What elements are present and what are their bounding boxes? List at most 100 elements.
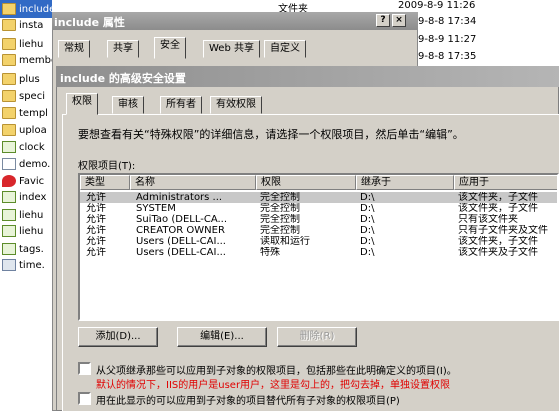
tab-security[interactable]: 安全: [154, 37, 186, 59]
file-date: 9-8-8 17:34: [418, 16, 477, 27]
column-name[interactable]: 名称: [130, 175, 256, 190]
cell-inherited-from: D:\: [360, 203, 375, 214]
permission-entries-label: 权限项目(T):: [78, 161, 136, 172]
file-item[interactable]: templ: [0, 104, 52, 122]
cell-permission: 读取和运行: [260, 236, 310, 247]
cell-permission: 完全控制: [260, 192, 300, 203]
tab-web-sharing[interactable]: Web 共享: [203, 40, 260, 58]
permission-entry-row[interactable]: 允许 SYSTEM 完全控制 D:\ 该文件夹，子文件: [80, 203, 557, 214]
cell-applies-to: 该文件夹，子文件: [458, 203, 538, 214]
favicon-icon: [2, 175, 16, 187]
file-name: time.: [19, 259, 45, 271]
cell-permission: 完全控制: [260, 225, 300, 236]
file-item[interactable]: insta: [0, 16, 52, 34]
file-name: uploa: [19, 124, 47, 136]
file-item[interactable]: membe: [0, 51, 52, 69]
cell-name: SYSTEM: [136, 203, 176, 214]
tab-effective-permissions[interactable]: 有效权限: [210, 96, 262, 114]
permission-entry-row[interactable]: 允许 Users (DELL-CAI... 特殊 D:\ 该文件夹及子文件: [80, 247, 557, 258]
column-permission[interactable]: 权限: [256, 175, 356, 190]
file-name: plus: [19, 73, 40, 85]
cell-type: 允许: [86, 214, 106, 225]
file-name: insta: [19, 19, 44, 31]
php-file-icon: [2, 141, 16, 153]
cell-inherited-from: D:\: [360, 192, 375, 203]
permission-entry-row[interactable]: 允许 SuiTao (DELL-CA... 完全控制 D:\ 只有该文件夹: [80, 214, 557, 225]
inherit-permissions-checkbox[interactable]: [78, 362, 91, 375]
file-name: include: [19, 3, 52, 15]
permissions-description: 要想查看有关“特殊权限”的详细信息，请选择一个权限项目，然后单击“编辑”。: [78, 128, 464, 141]
image-file-icon: [2, 259, 16, 271]
file-name: membe: [19, 54, 52, 66]
permission-entry-row[interactable]: 允许 Users (DELL-CAI... 读取和运行 D:\ 该文件夹，子文件: [80, 236, 557, 247]
cell-type: 允许: [86, 225, 106, 236]
folder-icon: [2, 38, 16, 50]
cell-type: 允许: [86, 236, 106, 247]
file-name: Favic: [19, 175, 45, 187]
file-item[interactable]: plus: [0, 70, 52, 88]
permission-entry-row[interactable]: 允许 CREATOR OWNER 完全控制 D:\ 只有子文件夹及文件: [80, 225, 557, 236]
properties-title: include 属性: [54, 16, 125, 29]
php-file-icon: [2, 191, 16, 203]
php-file-icon: [2, 225, 16, 237]
cell-name: SuiTao (DELL-CA...: [136, 214, 228, 225]
file-item[interactable]: demo.: [0, 155, 52, 173]
permission-entries-list[interactable]: 类型 名称 权限 继承于 应用于 允许 Administrators ... 完全控…: [78, 173, 559, 321]
folder-icon: [2, 3, 16, 15]
file-name: tags.: [19, 243, 44, 255]
permission-entry-row[interactable]: 允许 Administrators ... 完全控制 D:\ 该文件夹，子文件: [80, 192, 557, 203]
file-name: index: [19, 191, 47, 203]
tab-permissions[interactable]: 权限: [66, 93, 98, 115]
php-file-icon: [2, 243, 16, 255]
tab-sharing[interactable]: 共享: [107, 40, 139, 58]
close-button[interactable]: ×: [392, 14, 406, 27]
add-button[interactable]: 添加(D)...: [78, 327, 158, 347]
cell-applies-to: 该文件夹，子文件: [458, 236, 538, 247]
file-name: speci: [19, 90, 45, 102]
file-name: demo.: [19, 158, 51, 170]
file-date: 9-8-9 11:27: [418, 34, 477, 45]
cell-name: Administrators ...: [136, 192, 223, 203]
advanced-title: include 的高级安全设置: [60, 72, 186, 85]
annotation-note: 默认的情况下，IIS的用户是user用户，这里是勾上的，把勾去掉，单独设置权限: [96, 380, 451, 391]
file-name: templ: [19, 107, 48, 119]
folder-icon: [2, 73, 16, 85]
replace-child-permissions-checkbox[interactable]: [78, 392, 91, 405]
column-inherited-from[interactable]: 继承于: [356, 175, 454, 190]
help-button[interactable]: ?: [376, 14, 390, 27]
tab-general[interactable]: 常规: [58, 40, 90, 58]
tab-owner[interactable]: 所有者: [160, 96, 202, 114]
cell-applies-to: 该文件夹及子文件: [458, 247, 538, 258]
cell-applies-to: 只有该文件夹: [458, 214, 518, 225]
file-name: clock: [19, 141, 45, 153]
cell-inherited-from: D:\: [360, 225, 375, 236]
file-date: 2009-8-9 11:26: [398, 0, 476, 11]
cell-name: Users (DELL-CAI...: [136, 247, 226, 258]
edit-button[interactable]: 编辑(E)...: [177, 327, 267, 347]
file-item[interactable]: clock: [0, 138, 52, 156]
file-item[interactable]: index: [0, 188, 52, 206]
folder-icon: [2, 90, 16, 102]
cell-type: 允许: [86, 203, 106, 214]
column-applies-to[interactable]: 应用于: [454, 175, 557, 190]
cell-name: Users (DELL-CAI...: [136, 236, 226, 247]
cell-permission: 完全控制: [260, 214, 300, 225]
column-type[interactable]: 类型: [80, 175, 130, 190]
cell-inherited-from: D:\: [360, 214, 375, 225]
folder-icon: [2, 107, 16, 119]
cell-inherited-from: D:\: [360, 247, 375, 258]
remove-button[interactable]: 删除(R): [277, 327, 357, 347]
document-icon: [2, 158, 16, 170]
cell-applies-to: 该文件夹，子文件: [458, 192, 538, 203]
tab-auditing[interactable]: 审核: [112, 96, 144, 114]
cell-type: 允许: [86, 192, 106, 203]
file-item[interactable]: speci: [0, 87, 52, 105]
properties-title-bar: include 属性 ? ×: [52, 12, 418, 30]
explorer-file-list: include insta liehu membe plus speci templ uplo…: [0, 0, 52, 411]
file-name: liehu: [19, 225, 44, 237]
file-item[interactable]: uploa: [0, 121, 52, 139]
file-item[interactable]: time.: [0, 256, 52, 274]
folder-icon: [2, 19, 16, 31]
file-item[interactable]: liehu: [0, 222, 52, 240]
tab-custom[interactable]: 自定义: [264, 40, 306, 58]
